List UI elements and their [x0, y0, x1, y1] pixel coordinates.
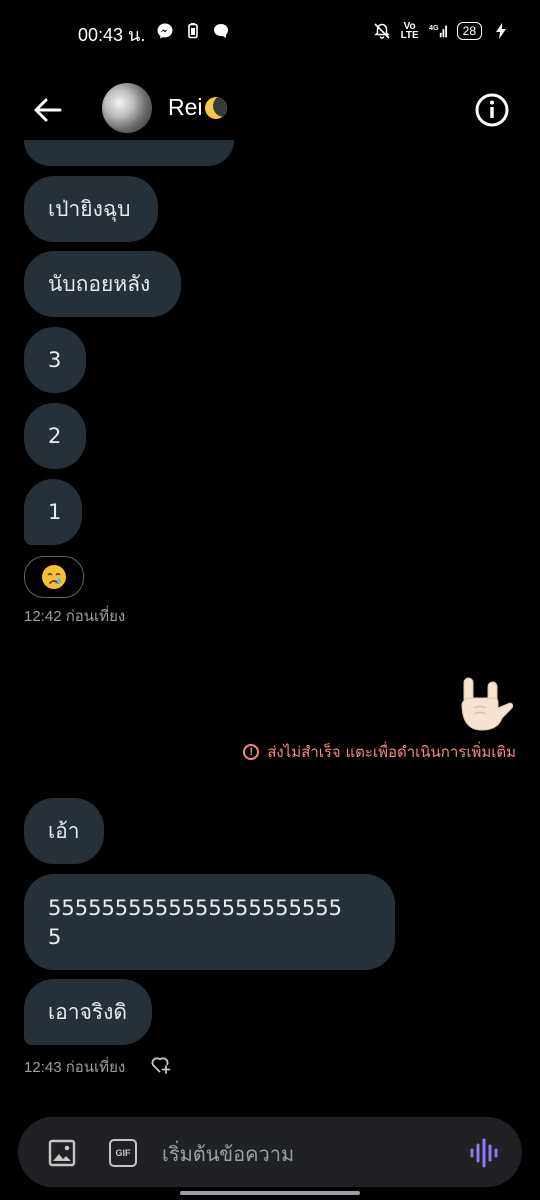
contact-name[interactable]: Rei — [168, 94, 227, 121]
waveform-icon — [470, 1138, 498, 1168]
battery-saver-icon — [184, 22, 202, 40]
message-bubble[interactable]: 1 — [24, 479, 82, 545]
gif-button[interactable]: GIF — [109, 1139, 137, 1167]
info-icon — [475, 93, 509, 127]
sent-love-you-gesture-emoji[interactable] — [452, 674, 516, 738]
back-button[interactable] — [30, 92, 66, 128]
contact-avatar[interactable] — [102, 83, 152, 133]
crying-face-emoji — [40, 563, 68, 591]
send-failed-text: ส่งไม่สำเร็จ แตะเพื่อดำเนินการเพิ่มเติม — [267, 743, 516, 761]
svg-text:4G: 4G — [429, 23, 439, 32]
arrow-left-icon — [34, 98, 62, 122]
reaction-badge[interactable]: 😢 — [24, 556, 84, 598]
charging-icon — [492, 22, 510, 40]
messenger-icon — [156, 22, 174, 40]
timestamp: 12:42 ก่อนเที่ยง — [24, 608, 126, 625]
volte-icon: Vo LTE — [400, 21, 419, 41]
home-indicator[interactable] — [180, 1191, 360, 1195]
status-time: 00:43 น. — [78, 25, 146, 45]
crescent-moon-icon — [204, 96, 227, 119]
info-button[interactable] — [474, 92, 510, 128]
compose-bar: GIF — [18, 1117, 522, 1187]
image-icon — [48, 1139, 76, 1167]
mute-bell-icon — [373, 22, 391, 40]
error-icon: ! — [243, 744, 260, 760]
message-line: 5555555555555555555555 — [48, 896, 342, 920]
message-bubble-multiline[interactable]: 5555555555555555555555 5 — [24, 874, 395, 970]
message-input[interactable] — [160, 1135, 444, 1173]
message-bubble[interactable]: 3 — [24, 327, 86, 393]
message-bubble[interactable]: นับถอยหลัง — [24, 251, 181, 317]
contact-name-text: Rei — [168, 94, 203, 120]
notification-icons — [156, 22, 230, 40]
message-bubble[interactable]: เอาจริงดิ — [24, 979, 152, 1045]
timestamp: 12:43 ก่อนเที่ยง — [24, 1059, 126, 1076]
chat-header: Rei — [0, 78, 540, 140]
signal-4g-icon: 4G — [429, 22, 447, 40]
gallery-button[interactable] — [48, 1139, 76, 1167]
battery-level: 28 — [456, 22, 482, 40]
message-line: 5 — [48, 925, 62, 949]
message-bubble[interactable]: เป่ายิงฉุบ — [24, 176, 158, 242]
send-failed-notice[interactable]: ! ส่งไม่สำเร็จ แตะเพื่อดำเนินการเพิ่มเติ… — [243, 740, 516, 764]
message-bubble[interactable]: เอ้า — [24, 798, 104, 864]
chat-bubble-icon — [212, 22, 230, 40]
voice-message-button[interactable] — [468, 1137, 500, 1169]
status-bar: 00:43 น. Vo LTE 4G 28 — [0, 0, 540, 66]
message-bubble[interactable]: 2 — [24, 403, 86, 469]
add-reaction-heart-icon[interactable] — [148, 1052, 172, 1076]
system-icons: Vo LTE 4G 28 — [373, 21, 510, 41]
message-bubble-partial[interactable] — [24, 140, 234, 166]
